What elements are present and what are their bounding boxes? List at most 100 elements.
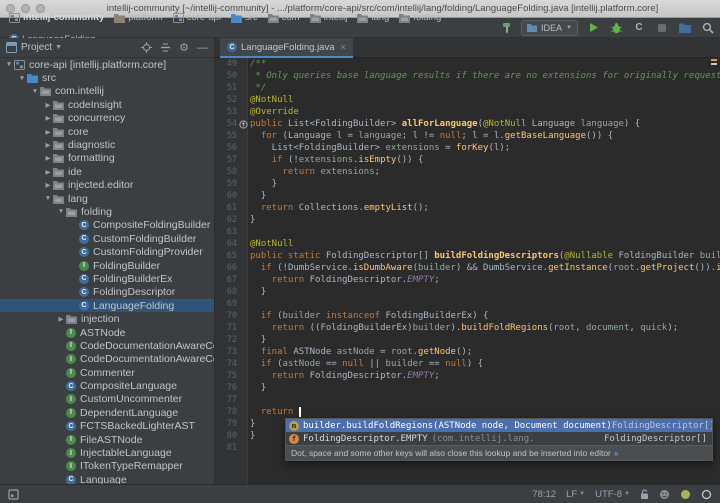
tree-item-codedocumentationawareco[interactable]: ICodeDocumentationAwareCo: [0, 353, 214, 366]
gutter-space: [239, 190, 248, 202]
code-line-56: 56 List<FoldingBuilder> extensions = for…: [215, 142, 720, 154]
breadcrumb-item-platform[interactable]: platform: [114, 12, 162, 23]
chevron-right-icon[interactable]: ▶: [43, 154, 53, 162]
highlighting-level-icon[interactable]: [659, 489, 670, 500]
tree-item-languagefolding[interactable]: CLanguageFolding: [0, 299, 214, 312]
project-toolwindow-header[interactable]: Project ▼ ⚙ —: [0, 38, 215, 58]
chevron-right-icon[interactable]: ▶: [43, 141, 53, 149]
chevron-right-icon[interactable]: ▶: [56, 315, 66, 323]
breadcrumb-item-core-api[interactable]: core-api: [173, 12, 221, 23]
locate-file-icon[interactable]: [141, 42, 152, 53]
code-line-69: 69: [215, 298, 720, 310]
src-icon: [27, 73, 38, 83]
chevron-down-icon[interactable]: ▼: [17, 75, 27, 82]
tree-item-injection[interactable]: ▶injection: [0, 312, 214, 325]
chevron-right-icon[interactable]: ▶: [43, 101, 53, 109]
tree-item-commenter[interactable]: ICommenter: [0, 366, 214, 379]
build-hammer-icon[interactable]: [498, 20, 514, 36]
tree-item-codeinsight[interactable]: ▶codeInsight: [0, 98, 214, 111]
tree-item-concurrency[interactable]: ▶concurrency: [0, 112, 214, 125]
find-action-icon[interactable]: [677, 20, 693, 36]
chevron-right-icon[interactable]: ▶: [43, 128, 53, 136]
line-separator-widget[interactable]: LF▼: [566, 489, 585, 500]
tree-item-codedocumentationawareco[interactable]: ICodeDocumentationAwareCo: [0, 339, 214, 352]
tree-item-foldingdescriptor[interactable]: CFoldingDescriptor: [0, 286, 214, 299]
completion-hint-more-icon[interactable]: »: [614, 448, 619, 458]
line-number: 51: [215, 82, 239, 94]
breadcrumb-item-intellij[interactable]: intellij: [310, 12, 348, 23]
tree-item-core-api-intellij-platform-core-[interactable]: ▼core-api [intellij.platform.core]: [0, 58, 214, 71]
debug-button[interactable]: [608, 20, 624, 36]
tree-item-core[interactable]: ▶core: [0, 125, 214, 138]
gutter-space: [239, 70, 248, 82]
tree-item-folding[interactable]: ▼folding: [0, 205, 214, 218]
tree-item-formatting[interactable]: ▶formatting: [0, 152, 214, 165]
chevron-down-icon[interactable]: ▼: [43, 195, 53, 202]
tree-item-foldingbuilder[interactable]: IFoldingBuilder: [0, 259, 214, 272]
caret-position-widget[interactable]: 78:12: [532, 489, 556, 500]
tree-item-com-intellij[interactable]: ▼com.intellij: [0, 85, 214, 98]
tree-item-injectablelanguage[interactable]: IInjectableLanguage: [0, 446, 214, 459]
tree-item-customuncommenter[interactable]: ICustomUncommenter: [0, 393, 214, 406]
gutter-space: [239, 358, 248, 370]
encoding-widget[interactable]: UTF-8▼: [595, 489, 630, 500]
tree-item-fileastnode[interactable]: IFileASTNode: [0, 433, 214, 446]
project-view-dropdown-icon[interactable]: ▼: [55, 44, 62, 51]
tree-item-foldingbuilderex[interactable]: CFoldingBuilderEx: [0, 272, 214, 285]
warning-stripe-mark[interactable]: [711, 59, 717, 61]
chevron-down-icon[interactable]: ▼: [4, 61, 14, 68]
hide-panel-icon[interactable]: —: [197, 42, 208, 54]
tree-item-injected-editor[interactable]: ▶injected.editor: [0, 179, 214, 192]
interface-icon: I: [66, 394, 76, 404]
tree-item-src[interactable]: ▼src: [0, 71, 214, 84]
tree-item-fctsbackedlighterast[interactable]: CFCTSBackedLighterAST: [0, 420, 214, 433]
tree-item-diagnostic[interactable]: ▶diagnostic: [0, 138, 214, 151]
collapse-all-icon[interactable]: [160, 42, 171, 53]
chevron-down-icon[interactable]: ▼: [56, 208, 66, 215]
tree-item-lang[interactable]: ▼lang: [0, 192, 214, 205]
breadcrumb-item-lang[interactable]: lang: [357, 12, 389, 23]
class-icon: C: [79, 234, 89, 244]
breadcrumb-item-com[interactable]: com: [268, 12, 300, 23]
chevron-right-icon[interactable]: ▶: [43, 181, 53, 189]
tree-item-compositefoldingbuilder[interactable]: CCompositeFoldingBuilder: [0, 219, 214, 232]
tree-item-customfoldingprovider[interactable]: CCustomFoldingProvider: [0, 245, 214, 258]
code-text: @Override: [248, 106, 720, 118]
tab-languagefolding-java[interactable]: C LanguageFolding.java ×: [220, 38, 353, 58]
tree-item-dependentlanguage[interactable]: IDependentLanguage: [0, 406, 214, 419]
notifications-icon[interactable]: [701, 489, 712, 500]
tree-item-language[interactable]: CLanguage: [0, 473, 214, 484]
info-stripe-mark[interactable]: [711, 63, 717, 65]
code-line-63: 63: [215, 226, 720, 238]
chevron-right-icon[interactable]: ▶: [43, 114, 53, 122]
chevron-down-icon[interactable]: ▼: [30, 88, 40, 95]
toolwindow-switcher-icon[interactable]: [8, 489, 19, 500]
tree-item-customfoldingbuilder[interactable]: CCustomFoldingBuilder: [0, 232, 214, 245]
tree-item-astnode[interactable]: IASTNode: [0, 326, 214, 339]
tree-item-ide[interactable]: ▶ide: [0, 165, 214, 178]
breadcrumb-item-folding[interactable]: folding: [399, 12, 441, 23]
gutter-space: [239, 94, 248, 106]
run-button[interactable]: [585, 20, 601, 36]
line-number: 67: [215, 274, 239, 286]
gutter-space: [239, 286, 248, 298]
code-line-50: 50 * Only queries base language results …: [215, 70, 720, 82]
tree-item-itokentyperemapper[interactable]: IITokenTypeRemapper: [0, 460, 214, 473]
code-editor[interactable]: 49/**50 * Only queries base language res…: [215, 58, 720, 484]
run-configuration-select[interactable]: IDEA ▼: [521, 20, 578, 36]
breadcrumb-item-intellij-community[interactable]: intellij-community: [9, 12, 104, 23]
readonly-lock-icon[interactable]: [640, 489, 649, 500]
settings-gear-icon[interactable]: ⚙: [179, 41, 189, 54]
completion-item[interactable]: fFoldingDescriptor.EMPTY(com.intellij.la…: [286, 432, 712, 445]
tree-item-compositelanguage[interactable]: CCompositeLanguage: [0, 379, 214, 392]
search-everywhere-icon[interactable]: [700, 20, 716, 36]
overriding-method-gutter-icon[interactable]: [239, 118, 248, 130]
package-icon: [53, 153, 64, 163]
breadcrumb-item-src[interactable]: src: [231, 12, 258, 23]
tab-close-icon[interactable]: ×: [341, 42, 346, 52]
module-icon: [14, 60, 25, 70]
memory-indicator-icon[interactable]: [680, 489, 691, 500]
completion-item[interactable]: mbuilder.buildFoldRegions(ASTNode node, …: [286, 419, 712, 432]
chevron-right-icon[interactable]: ▶: [43, 168, 53, 176]
run-with-coverage-button[interactable]: C: [631, 20, 647, 36]
